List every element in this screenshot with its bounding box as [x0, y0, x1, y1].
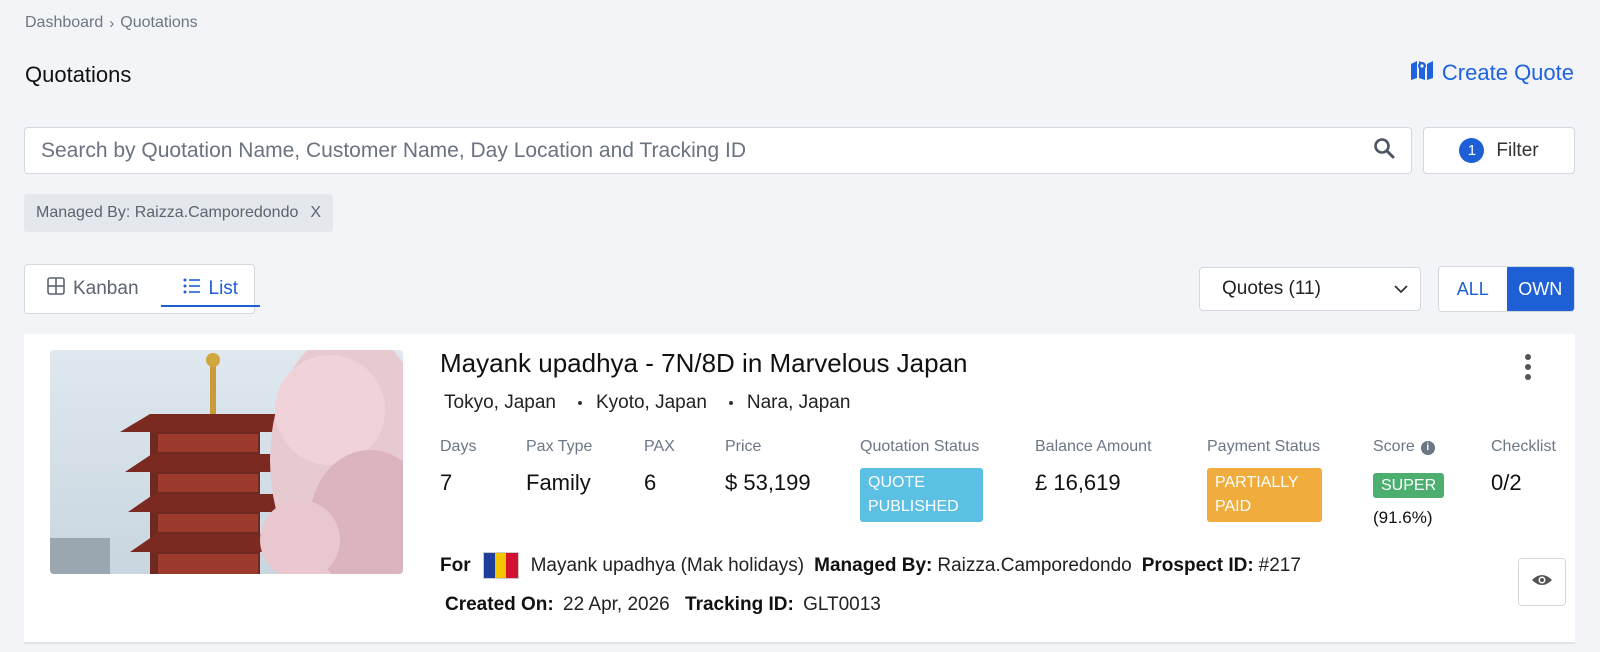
- search-bar: [24, 127, 1412, 174]
- quote-card[interactable]: Mayank upadhya - 7N/8D in Marvelous Japa…: [24, 334, 1575, 644]
- stat-label: Balance Amount: [1035, 438, 1152, 455]
- location-list: Tokyo, Japan Kyoto, Japan Nara, Japan: [444, 392, 850, 414]
- filter-button[interactable]: 1 Filter: [1423, 127, 1575, 174]
- grid-icon: [47, 277, 65, 301]
- customer-name: Mayank upadhya (Mak holidays): [530, 554, 805, 576]
- chevron-right-icon: ›: [109, 14, 115, 32]
- map-icon: [1410, 59, 1434, 87]
- search-input[interactable]: [41, 138, 1373, 163]
- view-toggle: Kanban List: [24, 264, 260, 314]
- for-label: For: [440, 554, 471, 576]
- filter-label: Filter: [1496, 139, 1539, 161]
- remove-filter-button[interactable]: X: [310, 204, 321, 222]
- tab-kanban[interactable]: Kanban: [25, 265, 161, 313]
- scope-all-button[interactable]: ALL: [1439, 267, 1507, 311]
- scope-toggle: ALL OWN: [1438, 266, 1575, 312]
- score-label: Score: [1373, 438, 1415, 455]
- active-filter-chip: Managed By: Raizza.Camporedondo X: [24, 194, 334, 232]
- stat-days: Days 7: [440, 438, 476, 496]
- quote-meta-line-2: Created On: 22 Apr, 2026 Tracking ID: GL…: [445, 594, 881, 616]
- search-icon[interactable]: [1373, 137, 1395, 164]
- scope-own-button[interactable]: OWN: [1506, 267, 1574, 311]
- quotes-select-value: Quotes (11): [1222, 278, 1321, 299]
- stat-value: 7: [440, 470, 453, 495]
- location-item: Tokyo, Japan: [444, 392, 556, 414]
- breadcrumb-quotations: Quotations: [120, 14, 198, 31]
- breadcrumb-dashboard[interactable]: Dashboard: [25, 14, 103, 32]
- stat-label: Payment Status: [1207, 438, 1320, 455]
- stat-quotation-status: Quotation Status QUOTE PUBLISHED: [860, 438, 983, 522]
- active-filter-label: Managed By: Raizza.Camporedondo: [36, 204, 299, 221]
- info-icon[interactable]: i: [1420, 440, 1435, 455]
- page-title: Quotations: [25, 62, 132, 87]
- bullet-icon: [728, 401, 733, 405]
- create-quote-label: Create Quote: [1441, 60, 1574, 85]
- bullet-icon: [577, 401, 582, 405]
- prospect-id-label: Prospect ID:: [1141, 554, 1254, 576]
- eye-icon: [1531, 573, 1553, 592]
- quote-title[interactable]: Mayank upadhya - 7N/8D in Marvelous Japa…: [440, 348, 968, 379]
- location-label: Kyoto, Japan: [595, 392, 707, 413]
- stat-label: Score i: [1373, 438, 1444, 456]
- prospect-id-value[interactable]: #217: [1259, 555, 1301, 577]
- location-item: Kyoto, Japan: [577, 392, 707, 414]
- stat-label: Quotation Status: [860, 438, 980, 455]
- created-on-value: 22 Apr, 2026: [563, 594, 670, 615]
- stat-value: $ 53,199: [725, 470, 811, 495]
- managed-by-value: Raizza.Camporedondo: [937, 554, 1132, 576]
- quote-thumbnail: [50, 350, 403, 574]
- tab-list[interactable]: List: [160, 265, 261, 313]
- payment-badge: PARTIALLY PAID: [1207, 468, 1322, 522]
- filter-count-badge: 1: [1459, 138, 1485, 163]
- stat-label: PAX: [644, 438, 675, 455]
- stat-value[interactable]: 0/2: [1491, 470, 1556, 496]
- stat-label: Checklist: [1491, 438, 1556, 455]
- tracking-id-value: GLT0013: [803, 594, 881, 615]
- managed-by-label: Managed By:: [814, 554, 933, 576]
- quotes-select[interactable]: Quotes (11): [1199, 267, 1421, 311]
- quote-meta-line: For Mayank upadhya (Mak holidays) Manage…: [440, 552, 1301, 579]
- location-label: Tokyo, Japan: [444, 392, 556, 413]
- list-icon: [183, 278, 201, 300]
- chevron-down-icon: [1394, 278, 1408, 300]
- stat-value: Family: [526, 470, 591, 495]
- stat-price: Price $ 53,199: [725, 438, 811, 496]
- stat-label: Price: [725, 438, 762, 455]
- score-percent: (91.6%): [1373, 508, 1433, 527]
- stat-value: £ 16,619: [1035, 470, 1121, 495]
- location-label: Nara, Japan: [746, 392, 851, 413]
- location-item: Nara, Japan: [728, 392, 851, 414]
- stat-checklist: Checklist 0/2: [1491, 438, 1556, 496]
- stat-pax-type: Pax Type Family: [526, 438, 592, 496]
- more-options-icon[interactable]: [1523, 354, 1533, 380]
- tab-kanban-label: Kanban: [73, 278, 139, 299]
- stat-payment-status: Payment Status PARTIALLY PAID: [1207, 438, 1322, 522]
- created-on-label: Created On:: [445, 594, 554, 615]
- stat-value: 6: [644, 470, 657, 495]
- view-quote-button[interactable]: [1518, 558, 1566, 606]
- stat-label: Days: [440, 438, 477, 455]
- tracking-id-label: Tracking ID:: [685, 594, 794, 615]
- stat-pax: PAX 6: [644, 438, 675, 496]
- breadcrumb: Dashboard › Quotations: [25, 14, 198, 32]
- stat-score: Score i SUPER (91.6%): [1373, 438, 1445, 528]
- stat-balance: Balance Amount £ 16,619: [1035, 438, 1152, 496]
- score-badge: SUPER: [1373, 473, 1445, 498]
- status-badge: QUOTE PUBLISHED: [860, 468, 983, 522]
- flag-icon: [482, 552, 519, 579]
- tab-list-label: List: [208, 278, 239, 299]
- create-quote-button[interactable]: Create Quote: [1410, 59, 1574, 87]
- stat-label: Pax Type: [526, 438, 593, 455]
